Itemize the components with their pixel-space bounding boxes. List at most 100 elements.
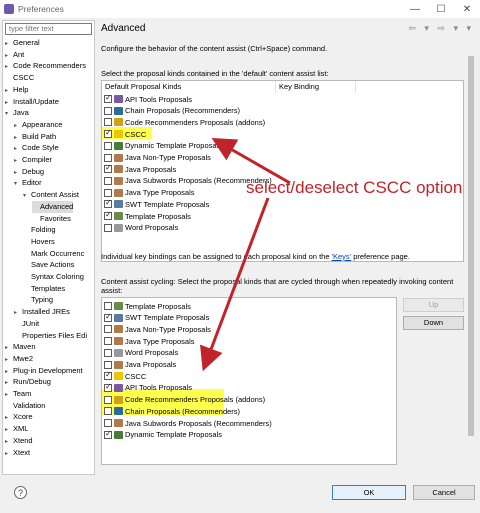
tree-item[interactable]: Syntax Coloring [23,271,84,283]
proposal-checkbox[interactable] [104,198,112,209]
tree-item[interactable]: ▸ Help [5,84,28,96]
tree-item[interactable]: Advanced [32,200,74,213]
down-button[interactable]: Down [403,316,464,330]
proposal-row[interactable]: Template Proposals [104,300,191,312]
column-default-proposal-kinds[interactable]: Default Proposal Kinds [102,81,276,93]
proposal-row[interactable]: Java Proposals [104,359,176,371]
tree-item[interactable]: ▸ Run/Debug [5,376,51,388]
proposal-row[interactable]: Java Type Proposals [104,187,195,199]
history-nav-icons[interactable]: ⇦ ▾ ⇨ ▾ ▾ [408,23,474,34]
tree-item[interactable]: ▸ General [5,37,40,49]
proposal-checkbox[interactable] [104,302,112,310]
tree-item[interactable]: Favorites [32,213,71,225]
proposal-row[interactable]: Java Non-Type Proposals [104,152,211,164]
tree-expander-icon[interactable]: ▾ [23,190,31,202]
proposal-row[interactable]: Chain Proposals (Recommenders) [104,105,240,117]
tree-item[interactable]: ▾ Editor [14,177,42,189]
proposal-row[interactable]: Code Recommenders Proposals (addons) [104,394,265,406]
proposal-row[interactable]: CSCC [104,128,146,140]
tree-item[interactable]: ▸ Code Recommenders [5,60,86,72]
tree-item[interactable]: ▸ Appearance [14,119,62,131]
proposal-checkbox[interactable] [104,141,112,150]
keys-link[interactable]: 'Keys' [332,252,352,261]
tree-item[interactable]: ▸ Build Path [14,131,56,143]
proposal-checkbox[interactable] [104,93,112,103]
proposal-checkbox[interactable] [104,370,112,381]
tree-item[interactable]: ▸ Ant [5,49,24,61]
default-proposals-table[interactable]: Default Proposal Kinds Key Binding API T… [101,80,464,262]
up-button[interactable]: Up [403,298,464,312]
tree-expander-icon[interactable]: ▸ [5,448,13,460]
tree-expander-icon[interactable]: ▾ [5,108,13,120]
tree-item[interactable]: ▸ Xtend [5,435,33,447]
tree-item[interactable]: ▸ Mwe2 [5,353,33,365]
tree-item[interactable]: Templates [23,283,65,295]
proposal-checkbox[interactable] [104,382,112,392]
tree-item[interactable]: ▸ Debug [14,166,44,178]
proposal-checkbox[interactable] [104,348,112,357]
tree-item[interactable]: ▾ Content Assist [23,189,79,201]
proposal-checkbox[interactable] [104,337,112,346]
maximize-button[interactable]: ☐ [428,0,454,18]
proposal-checkbox[interactable] [104,360,112,369]
vertical-scrollbar[interactable] [465,38,477,458]
proposal-checkbox[interactable] [104,210,112,220]
proposal-checkbox[interactable] [104,419,112,427]
ok-button[interactable]: OK [332,485,406,500]
help-icon[interactable]: ? [14,486,27,499]
tree-item[interactable]: Save Actions [23,259,74,271]
cancel-button[interactable]: Cancel [413,485,475,500]
proposal-row[interactable]: Chain Proposals (Recommenders) [104,405,240,417]
tree-item[interactable]: Properties Files Edi [14,330,87,342]
proposal-checkbox[interactable] [104,223,112,232]
proposal-checkbox[interactable] [104,188,112,197]
tree-item[interactable]: ▸ Plug-in Development [5,365,83,377]
proposal-row[interactable]: Java Non-Type Proposals [104,323,211,335]
tree-item[interactable]: Folding [23,224,56,236]
proposal-checkbox[interactable] [104,153,112,162]
column-key-binding[interactable]: Key Binding [276,81,356,93]
proposal-checkbox[interactable] [104,128,112,139]
tree-item[interactable]: ▸ Team [5,388,31,400]
scrollbar-thumb[interactable] [468,56,474,436]
proposal-row[interactable]: SWT Template Proposals [104,312,209,324]
proposal-row[interactable]: Dynamic Template Proposals [104,429,222,441]
tree-item[interactable]: Hovers [23,236,55,248]
tree-item[interactable]: Validation [5,400,45,412]
proposal-row[interactable]: Word Proposals [104,222,178,234]
tree-item[interactable]: ▸ XML [5,423,28,435]
tree-item[interactable]: ▸ Xcore [5,411,33,423]
tree-item[interactable]: CSCC [5,72,34,84]
proposal-row[interactable]: API Tools Proposals [104,382,192,394]
tree-item[interactable]: JUnit [14,318,39,330]
proposal-row[interactable]: Java Subwords Proposals (Recommenders) [104,417,272,429]
tree-item[interactable]: ▸ Code Style [14,142,59,154]
proposal-row[interactable]: Word Proposals [104,347,178,359]
proposal-checkbox[interactable] [104,395,112,404]
tree-item[interactable]: ▸ Maven [5,341,36,353]
cycling-proposals-table[interactable]: Template Proposals SWT Template Proposals… [101,297,397,465]
proposal-checkbox[interactable] [104,407,112,416]
tree-item[interactable]: ▸ Xtext [5,447,30,459]
minimize-button[interactable]: — [402,0,428,18]
proposal-row[interactable]: Dynamic Template Proposals [104,140,222,152]
tree-item[interactable]: ▸ Installed JREs [14,306,70,318]
tree-item[interactable]: ▾ Java [5,107,29,119]
tree-item[interactable]: ▸ Compiler [14,154,52,166]
proposal-checkbox[interactable] [104,325,112,334]
tree-item[interactable]: ▸ Install/Update [5,96,59,108]
proposal-row[interactable]: CSCC [104,370,146,382]
proposal-row[interactable]: Template Proposals [104,210,191,222]
proposal-checkbox[interactable] [104,106,112,115]
proposal-checkbox[interactable] [104,163,112,174]
proposal-row[interactable]: API Tools Proposals [104,93,192,105]
tree-expander-icon[interactable]: ▾ [14,178,22,190]
close-button[interactable]: ✕ [454,0,480,18]
proposal-row[interactable]: Java Proposals [104,163,176,175]
tree-item[interactable]: Typing [23,294,53,306]
proposal-row[interactable]: SWT Template Proposals [104,198,209,210]
proposal-row[interactable]: Java Type Proposals [104,335,195,347]
tree-item[interactable]: Mark Occurrenc [23,248,84,260]
proposal-row[interactable]: Code Recommenders Proposals (addons) [104,116,265,128]
proposal-checkbox[interactable] [104,118,112,127]
